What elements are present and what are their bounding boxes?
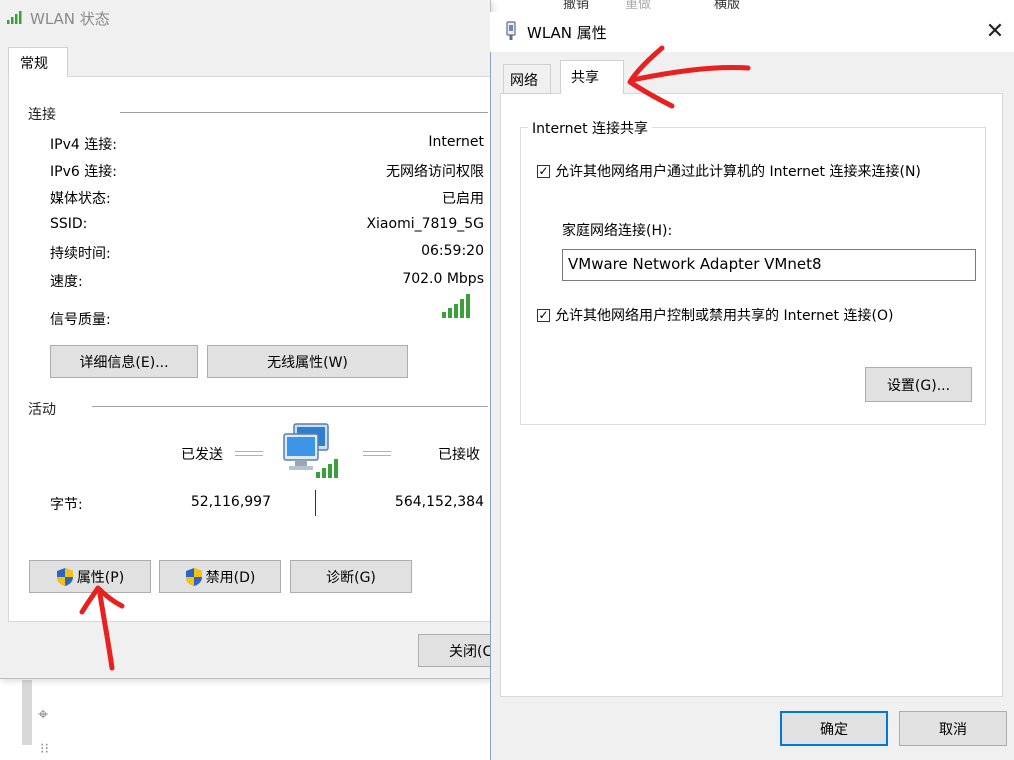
crosshair-icon[interactable]: ⌖ <box>38 706 48 724</box>
network-computer-icon <box>283 423 338 478</box>
diagnose-button[interactable]: 诊断(G) <box>290 560 412 593</box>
connection-heading: 连接 <box>28 104 56 124</box>
media-state-value: 已启用 <box>442 191 484 207</box>
received-label: 已接收 <box>438 447 480 463</box>
uac-shield-icon <box>185 567 202 586</box>
disable-button[interactable]: 禁用(D) <box>159 560 281 593</box>
network-adapter-icon <box>506 21 516 40</box>
bytes-label: 字节: <box>50 497 83 513</box>
background-rail <box>22 680 32 745</box>
speed-value: 702.0 Mbps <box>402 271 484 287</box>
ipv4-label: IPv4 连接: <box>50 137 117 153</box>
ipv4-value: Internet <box>428 134 484 150</box>
signal-strength-icon <box>442 294 470 318</box>
allow-connect-checkbox[interactable]: ✓ <box>537 165 550 178</box>
sent-label: 已发送 <box>181 447 223 463</box>
media-state-label: 媒体状态: <box>50 191 111 207</box>
tab-general[interactable]: 常规 <box>8 47 68 77</box>
ssid-value: Xiaomi_7819_5G <box>366 216 484 232</box>
speed-label: 速度: <box>50 274 83 290</box>
ok-button[interactable]: 确定 <box>780 711 888 746</box>
properties-button[interactable]: 属性(P) <box>29 560 151 593</box>
menu-redo[interactable]: 重做 <box>625 0 651 10</box>
bytes-sent-value: 52,116,997 <box>190 494 271 510</box>
bytes-received-value: 564,152,384 <box>394 494 484 510</box>
duration-label: 持续时间: <box>50 246 111 262</box>
properties-button-label: 属性(P) <box>76 569 125 586</box>
status-window-title: WLAN 状态 <box>30 10 110 28</box>
home-network-label: 家庭网络连接(H): <box>562 223 673 239</box>
menu-undo[interactable]: 撤销 <box>563 0 589 10</box>
resize-icon[interactable]: ⁝⁝ <box>40 740 49 758</box>
properties-window-title: WLAN 属性 <box>527 24 607 42</box>
allow-connect-label[interactable]: 允许其他网络用户通过此计算机的 Internet 连接来连接(N) <box>555 161 921 181</box>
allow-control-checkbox[interactable]: ✓ <box>537 309 550 322</box>
section-divider <box>92 406 488 407</box>
duration-value: 06:59:20 <box>421 243 484 259</box>
disable-button-label: 禁用(D) <box>205 569 256 586</box>
tab-network[interactable]: 网络 <box>503 64 551 94</box>
signal-quality-label: 信号质量: <box>50 312 111 328</box>
uac-shield-icon <box>56 567 73 586</box>
ssid-label: SSID: <box>50 216 88 232</box>
bytes-divider <box>315 490 316 516</box>
sent-dash <box>235 451 263 456</box>
ipv6-label: IPv6 连接: <box>50 164 117 180</box>
details-button[interactable]: 详细信息(E)... <box>50 345 198 378</box>
ipv6-value: 无网络访问权限 <box>386 164 484 180</box>
cancel-button[interactable]: 取消 <box>899 711 1007 746</box>
wifi-signal-icon <box>7 11 22 24</box>
home-network-field[interactable]: VMware Network Adapter VMnet8 <box>562 249 976 281</box>
menu-landscape[interactable]: 横版 <box>714 0 740 10</box>
ics-group-title: Internet 连接共享 <box>528 118 653 138</box>
background-canvas <box>0 680 490 760</box>
section-divider <box>120 112 488 113</box>
allow-control-label[interactable]: 允许其他网络用户控制或禁用共享的 Internet 连接(O) <box>555 305 893 325</box>
tab-sharing[interactable]: 共享 <box>560 60 624 94</box>
settings-button[interactable]: 设置(G)... <box>865 367 972 402</box>
wireless-properties-button[interactable]: 无线属性(W) <box>207 345 408 378</box>
close-icon[interactable]: ✕ <box>980 18 1010 48</box>
received-dash <box>363 451 391 456</box>
activity-heading: 活动 <box>28 399 56 419</box>
